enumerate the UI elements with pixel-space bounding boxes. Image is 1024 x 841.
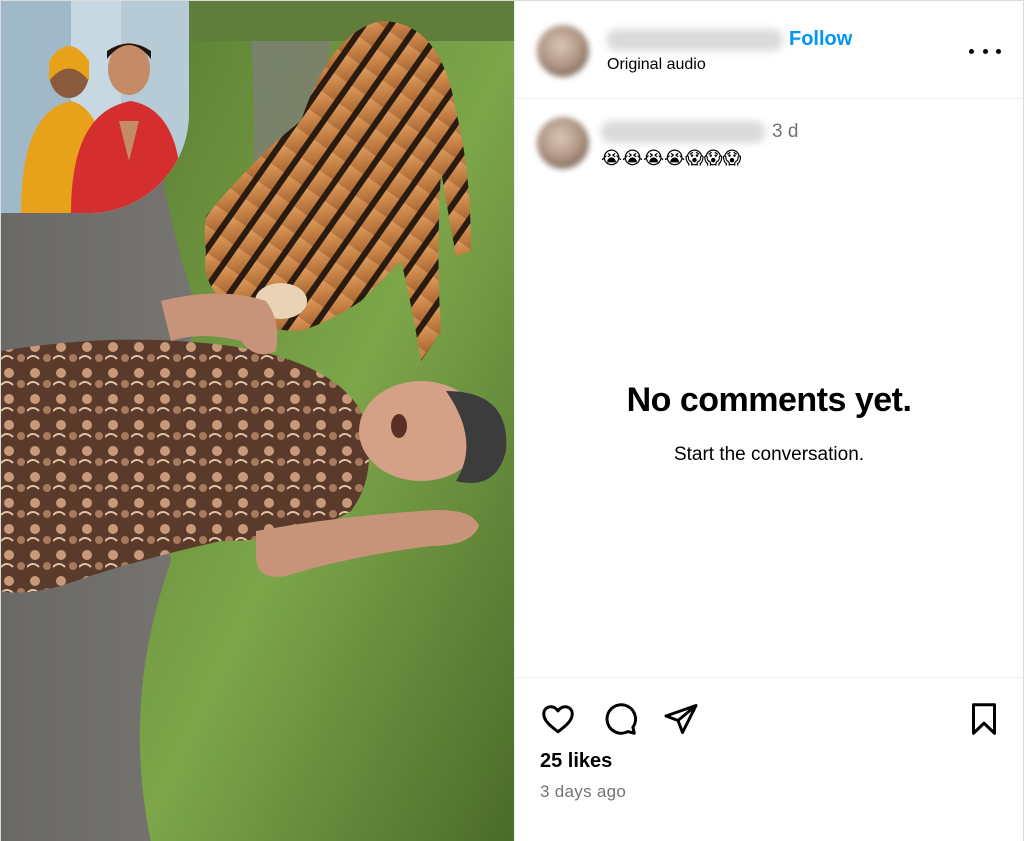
dot [969, 48, 974, 54]
empty-state-title: No comments yet. [626, 381, 912, 419]
dot [982, 48, 988, 54]
empty-state-subtitle: Start the conversation. [673, 444, 865, 465]
profile-inset-photo [1, 1, 189, 213]
audio-label[interactable]: Original audio [607, 56, 706, 74]
post-actions-bar: 25 likes 3 days ago [515, 677, 1023, 841]
comment-text: 😭😭😭😭😱😱😱 [601, 148, 742, 168]
bookmark-icon[interactable] [965, 700, 1003, 738]
post-media[interactable] [1, 1, 514, 841]
more-options-icon[interactable] [969, 39, 1001, 63]
comment-timestamp[interactable]: 3 d [772, 121, 798, 143]
posted-time[interactable]: 3 days ago [540, 782, 626, 802]
follow-button[interactable]: Follow [789, 28, 852, 51]
author-avatar[interactable] [537, 25, 589, 77]
share-icon[interactable] [662, 700, 700, 738]
commenter-avatar[interactable] [537, 117, 589, 169]
post-header: · Follow Original audio [515, 1, 1023, 99]
comment-icon[interactable] [601, 700, 639, 738]
post-details-panel: · Follow Original audio 3 d 😭😭😭😭😱😱😱 No c… [514, 1, 1023, 841]
dot [996, 48, 1001, 54]
heart-icon[interactable] [539, 700, 577, 738]
commenter-username-redacted[interactable] [601, 121, 765, 143]
likes-count[interactable]: 25 likes [540, 750, 612, 773]
instagram-post-dialog: · Follow Original audio 3 d 😭😭😭😭😱😱😱 No c… [0, 0, 1024, 841]
empty-comments-state: No comments yet. Start the conversation. [515, 381, 1023, 466]
author-username-redacted[interactable] [607, 29, 783, 51]
